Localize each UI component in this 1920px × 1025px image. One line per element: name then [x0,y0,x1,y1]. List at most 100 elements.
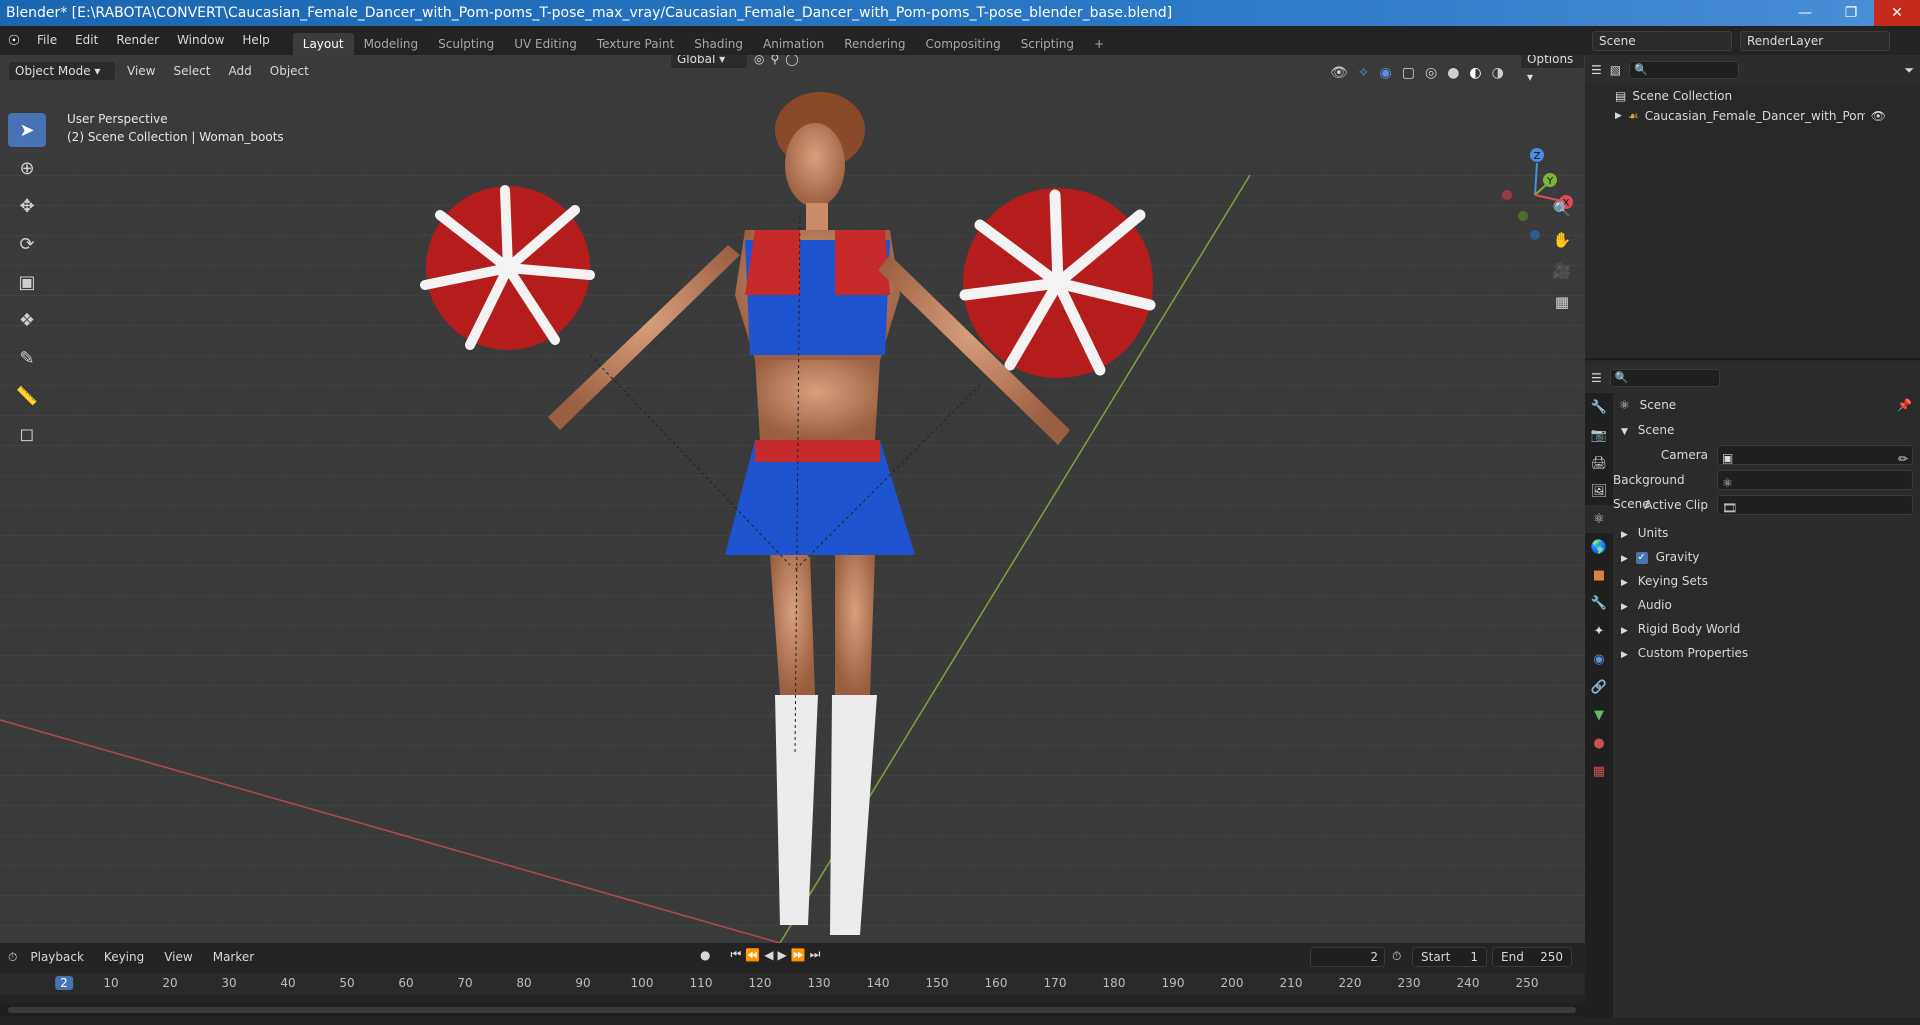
menu-view[interactable]: View [120,60,162,82]
outliner-item-row[interactable]: ▶ ☙ Caucasian_Female_Dancer_with_Pom_pom… [1615,109,1915,123]
record-icon[interactable]: ● [700,948,710,962]
pivot-icon[interactable]: ◎ [754,55,764,66]
editor-type-icon[interactable]: ☰ [1591,63,1602,77]
rigid-body-world-panel-header[interactable]: ▶ Rigid Body World [1613,617,1920,641]
rendered-shading-icon[interactable]: ◑ [1492,65,1504,81]
particles-tab-icon[interactable]: ✦ [1585,617,1613,645]
clock-icon[interactable]: ⏱ [1392,949,1401,964]
tab-compositing[interactable]: Compositing [915,33,1010,55]
active-clip-field[interactable]: 🎞 [1717,495,1913,515]
overlay-toggle-icon[interactable]: ◉ [1380,65,1392,81]
frame-ruler[interactable]: 2 10 20 30 40 50 60 70 80 90 100 110 120… [0,973,1585,995]
outliner-root-row[interactable]: ▤ Scene Collection [1615,89,1732,103]
play-icon[interactable]: ▶ [777,948,786,962]
tab-sculpting[interactable]: Sculpting [428,33,504,55]
gravity-checkbox[interactable]: ✓ [1635,551,1648,564]
object-tab-icon[interactable]: ■ [1585,561,1613,589]
annotate-tool-icon[interactable]: ✎ [8,341,46,375]
mode-selector[interactable]: Object Mode ▾ [8,61,116,81]
tab-shading[interactable]: Shading [684,33,753,55]
custom-properties-panel-header[interactable]: ▶ Custom Properties [1613,641,1920,665]
jump-start-icon[interactable]: ⏮ [730,947,741,962]
timeline-editor-type-icon[interactable]: ⏱ [8,950,17,965]
menu-object[interactable]: Object [263,60,316,82]
output-tab-icon[interactable]: 🖨 [1585,449,1613,477]
close-icon[interactable]: ✕ [1874,0,1920,26]
gizmo-toggle-icon[interactable]: ✧ [1358,65,1370,81]
current-frame-field[interactable]: 2 [1310,947,1385,967]
camera-view-icon[interactable]: 🎥 [1548,257,1576,285]
timeline-scroll-thumb[interactable] [8,1007,1576,1013]
scene-tab-icon[interactable]: ⚛ [1585,505,1613,533]
expand-arrow-icon[interactable]: ▶ [1615,111,1622,121]
properties-search-input[interactable]: 🔍 [1609,369,1720,387]
orientation-selector[interactable]: Global ▾ [670,55,748,69]
material-shading-icon[interactable]: ◐ [1469,65,1481,81]
menu-keying[interactable]: Keying [97,946,151,968]
next-keyframe-icon[interactable]: ⏩ [791,948,806,962]
filter-icon[interactable]: ⏷ [1904,63,1914,78]
menu-playback[interactable]: Playback [23,946,91,968]
minimize-icon[interactable]: — [1782,0,1828,26]
camera-field[interactable]: ▣ ✏ [1717,445,1913,466]
gizmo-neg-x[interactable] [1502,190,1512,200]
ortho-grid-icon[interactable]: ▦ [1548,288,1576,316]
render-tab-icon[interactable]: 📷 [1585,421,1613,449]
menu-add[interactable]: Add [222,60,259,82]
menu-render[interactable]: Render [107,26,168,55]
3d-viewport[interactable]: Z Y X Object Mode ▾ View Select Add Obje… [0,55,1585,943]
prev-keyframe-icon[interactable]: ⏪ [745,948,760,962]
pom-pom-left[interactable] [420,185,595,350]
render-layer-selector[interactable]: RenderLayer [1740,30,1890,51]
timeline-scrollbar[interactable] [0,1003,1585,1017]
menu-window[interactable]: Window [168,26,233,55]
modifier-tab-icon[interactable]: 🔧 [1585,589,1613,617]
outliner-search-input[interactable]: 🔍 [1629,61,1740,79]
add-cube-tool-icon[interactable]: ◻ [8,417,46,451]
visibility-icon[interactable]: 👁 [1330,65,1348,81]
menu-help[interactable]: Help [233,26,278,55]
world-tab-icon[interactable]: 🌎 [1585,533,1613,561]
tab-modeling[interactable]: Modeling [354,33,429,55]
menu-timeline-view[interactable]: View [157,946,199,968]
gravity-panel-header[interactable]: ▶ ✓ Gravity [1613,545,1920,569]
scene-panel-header[interactable]: ▼ Scene [1613,418,1920,442]
select-box-tool-icon[interactable]: ➤ [8,113,46,147]
jump-end-icon[interactable]: ⏭ [810,947,821,962]
tab-rendering[interactable]: Rendering [834,33,915,55]
properties-editor-type-icon[interactable]: ☰ [1591,371,1602,385]
tab-animation[interactable]: Animation [753,33,834,55]
tab-uv-editing[interactable]: UV Editing [504,33,587,55]
gizmo-neg-z[interactable] [1530,230,1540,240]
view-layer-tab-icon[interactable]: 🖼 [1585,477,1613,505]
playhead-frame[interactable]: 2 [55,976,73,990]
texture-tab-icon[interactable]: ▦ [1585,757,1613,785]
pin-icon[interactable]: 📌 [1897,393,1912,417]
tab-scripting[interactable]: Scripting [1011,33,1084,55]
menu-file[interactable]: File [28,26,66,55]
pom-pom-right[interactable] [959,188,1156,378]
data-tab-icon[interactable]: ▼ [1585,701,1613,729]
wireframe-shading-icon[interactable]: ◎ [1425,65,1437,81]
play-reverse-icon[interactable]: ◀ [764,948,773,962]
start-frame-field[interactable]: Start 1 [1412,947,1487,967]
solid-shading-icon[interactable]: ● [1447,65,1459,81]
tool-tab-icon[interactable]: 🔧 [1585,393,1613,421]
rotate-tool-icon[interactable]: ⟳ [8,227,46,261]
cursor-tool-icon[interactable]: ⊕ [8,151,46,185]
scene-selector[interactable]: Scene [1592,30,1732,51]
measure-tool-icon[interactable]: 📏 [8,379,46,413]
constraints-tab-icon[interactable]: 🔗 [1585,673,1613,701]
tab-layout[interactable]: Layout [292,32,354,55]
material-tab-icon[interactable]: ● [1585,729,1613,757]
menu-select[interactable]: Select [166,60,217,82]
keying-sets-panel-header[interactable]: ▶ Keying Sets [1613,569,1920,593]
add-workspace-icon[interactable]: + [1084,33,1114,55]
scale-tool-icon[interactable]: ▣ [8,265,46,299]
menu-marker[interactable]: Marker [206,946,261,968]
options-button[interactable]: Options ▾ [1520,55,1585,84]
proportional-edit-icon[interactable]: ◯ [785,55,798,66]
zoom-icon[interactable]: 🔍 [1548,195,1576,223]
gizmo-neg-y[interactable] [1518,211,1528,221]
tab-texture-paint[interactable]: Texture Paint [587,33,684,55]
